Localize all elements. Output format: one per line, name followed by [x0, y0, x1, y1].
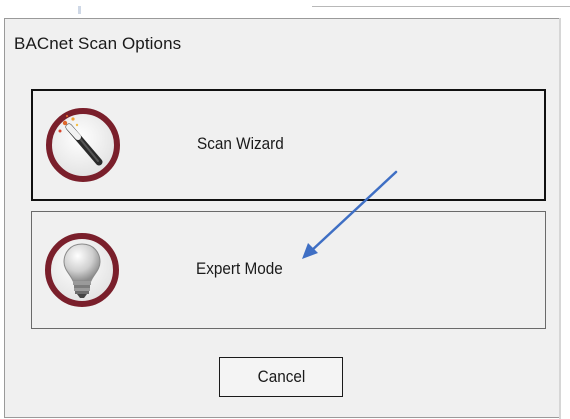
background-fragment [78, 6, 81, 14]
expert-mode-label: Expert Mode [196, 259, 283, 278]
scan-wizard-label: Scan Wizard [197, 134, 284, 153]
dialog-edge [559, 18, 561, 419]
dialog-title: BACnet Scan Options [14, 34, 182, 53]
cancel-button[interactable]: Cancel [219, 357, 343, 397]
bacnet-scan-options-dialog: BACnet Scan Options Scan Wizard Expert M… [4, 18, 560, 418]
cancel-button-label: Cancel [257, 367, 305, 386]
expert-mode-option[interactable]: Expert Mode [31, 211, 546, 329]
light-bulb-icon [45, 233, 119, 307]
magic-wand-icon [46, 108, 120, 182]
scan-wizard-option[interactable]: Scan Wizard [31, 89, 546, 201]
screenshot-stage: BACnet Scan Options Scan Wizard Expert M… [0, 0, 570, 419]
background-divider [312, 6, 570, 7]
